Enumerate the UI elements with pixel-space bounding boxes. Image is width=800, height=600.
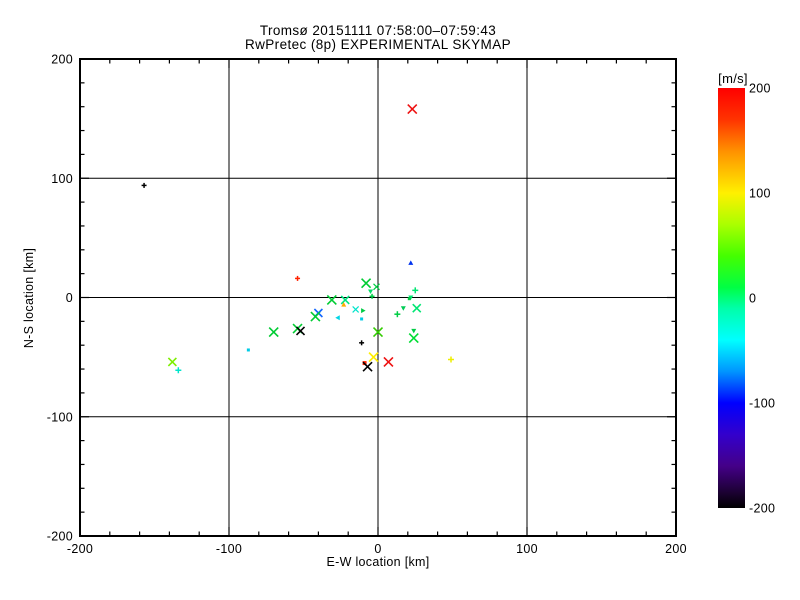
colorbar-tick-label: 200 — [749, 82, 771, 96]
x-axis-label: E-W location [km] — [326, 555, 429, 569]
colorbar-unit-label: [m/s] — [718, 71, 748, 86]
scatter-point — [335, 315, 340, 321]
scatter-point — [326, 294, 337, 305]
scatter-point — [362, 361, 373, 372]
scatter-point — [400, 306, 406, 311]
scatter-point — [360, 317, 364, 321]
scatter-point — [141, 182, 147, 188]
chart-title-line2: RwPretec (8p) EXPERIMENTAL SKYMAP — [245, 37, 511, 52]
scatter-point — [361, 308, 366, 314]
scatter-point — [175, 367, 182, 374]
colorbar-tick-label: 0 — [749, 292, 756, 306]
colorbar-gradient — [718, 88, 745, 508]
scatter-point — [368, 352, 379, 363]
scatter-point — [359, 340, 365, 346]
scatter-point — [268, 327, 279, 338]
colorbar: 200 100 0 -100 -200 — [718, 82, 775, 516]
skymap-figure: Tromsø 20151111 07:58:00–07:59:43 RwPret… — [0, 0, 800, 600]
scatter-point — [412, 287, 419, 294]
scatter-point — [352, 306, 360, 313]
scatter-point — [407, 104, 418, 115]
scatter-point — [408, 260, 414, 265]
x-tick-label: -100 — [216, 542, 242, 556]
scatter-point — [373, 283, 380, 291]
scatter-point — [368, 289, 374, 295]
scatter-point — [412, 303, 422, 313]
scatter-point — [383, 356, 394, 367]
scatter-point — [295, 275, 301, 281]
scatter-point — [295, 326, 306, 336]
colorbar-tick-label: -200 — [749, 502, 775, 516]
y-tick-label: 0 — [66, 291, 73, 305]
y-tick-label: -100 — [47, 410, 73, 424]
colorbar-tick-label: 100 — [749, 187, 771, 201]
chart-title-line1: Tromsø 20151111 07:58:00–07:59:43 — [260, 23, 496, 38]
scatter-point — [407, 297, 411, 301]
scatter-point — [167, 357, 177, 367]
scatter-points — [141, 104, 455, 374]
scatter-point — [369, 293, 375, 299]
y-tick-label: 100 — [51, 172, 73, 186]
scatter-point — [411, 328, 417, 334]
x-tick-label: -200 — [67, 542, 93, 556]
tick-labels: -200 -100 0 100 200 -200 -100 0 100 200 — [47, 53, 687, 557]
skymap-plot: Tromsø 20151111 07:58:00–07:59:43 RwPret… — [22, 23, 775, 569]
scatter-point — [310, 311, 321, 322]
y-axis-label: N-S location [km] — [22, 248, 36, 348]
y-tick-label: -200 — [47, 530, 73, 544]
colorbar-tick-label: -100 — [749, 397, 775, 411]
scatter-point — [408, 332, 419, 344]
x-tick-label: 200 — [665, 542, 687, 556]
scatter-point — [394, 311, 401, 318]
y-tick-label: 200 — [51, 53, 73, 67]
grid-lines — [80, 59, 676, 536]
scatter-point — [246, 348, 250, 352]
x-tick-label: 100 — [516, 542, 538, 556]
scatter-point — [361, 278, 372, 289]
x-tick-label: 0 — [374, 542, 381, 556]
scatter-point — [448, 356, 455, 363]
